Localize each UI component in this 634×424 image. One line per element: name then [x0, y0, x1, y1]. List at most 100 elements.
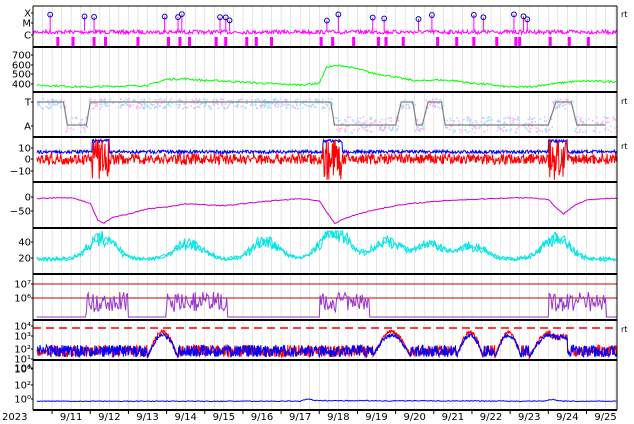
ta-point: [294, 107, 297, 110]
ta-point: [70, 121, 73, 124]
ta-point: [579, 128, 581, 131]
ta-point: [535, 127, 537, 129]
ta-point: [507, 116, 510, 118]
ta-point: [548, 128, 551, 131]
ta-point: [297, 107, 300, 110]
flare-bar: [214, 37, 218, 46]
ta-point: [83, 122, 86, 125]
ta-point: [461, 129, 463, 132]
ta-point: [186, 106, 189, 109]
x-axis-labels: 2023 9/11 9/12 9/13 9/14 9/15 9/16 9/17 9/18 9/19…: [2, 412, 617, 423]
ta-point: [491, 119, 494, 121]
x-tick-label: 9/23: [518, 412, 540, 423]
ta-point: [459, 131, 462, 134]
ta-point: [358, 127, 360, 130]
y-tick-label: 40: [18, 238, 31, 249]
ta-point: [295, 103, 298, 106]
ta-point: [185, 107, 188, 109]
ta-point: [581, 122, 584, 125]
ta-point: [101, 103, 103, 105]
ta-point: [345, 130, 347, 133]
x-tick-label: 9/11: [60, 412, 82, 423]
ta-point: [446, 126, 449, 129]
ta-point: [436, 102, 438, 105]
ta-point: [488, 119, 491, 121]
ta-point: [474, 126, 477, 128]
ta-point: [254, 99, 257, 101]
ta-point: [547, 129, 550, 132]
ta-point: [195, 98, 198, 101]
flare-bar: [384, 37, 388, 46]
ta-point: [592, 129, 595, 132]
ta-point: [315, 106, 318, 109]
ta-point: [366, 125, 369, 128]
ta-point: [500, 128, 503, 130]
ta-point: [245, 99, 248, 101]
ta-point: [577, 125, 579, 128]
ta-point: [203, 105, 205, 108]
ta-point: [191, 98, 194, 101]
ta-point: [475, 127, 477, 130]
proton-high-series: [36, 332, 618, 359]
flare-bar: [586, 37, 590, 46]
ta-point: [594, 127, 597, 129]
ta-point: [202, 98, 205, 100]
ta-point: [108, 104, 110, 107]
ta-point: [431, 105, 434, 107]
ta-point: [76, 117, 79, 120]
ta-point: [84, 130, 86, 133]
ta-point: [183, 103, 185, 105]
x-tick-label: 9/12: [98, 412, 120, 423]
ta-point: [339, 119, 341, 122]
ta-point: [270, 102, 273, 105]
ta-point: [591, 119, 594, 122]
ta-point: [446, 119, 449, 122]
ta-point: [599, 131, 601, 134]
ta-point: [417, 126, 419, 128]
ta-point: [486, 120, 488, 122]
ta-point: [307, 104, 310, 107]
panel-marker: rt: [621, 142, 627, 151]
ta-point: [212, 103, 215, 106]
ta-point: [408, 107, 410, 110]
y-tick-label: 10³: [14, 332, 31, 343]
ta-point: [363, 122, 365, 124]
x-tick-label: 9/19: [365, 412, 387, 423]
ta-point: [336, 128, 339, 131]
ta-point: [42, 98, 44, 100]
ta-point: [289, 104, 291, 106]
ta-point: [475, 121, 478, 124]
y-tick-label: 10: [18, 144, 31, 155]
flare-bar: [455, 37, 459, 46]
y-tick-label: C: [24, 31, 31, 42]
ta-point: [530, 118, 532, 121]
ta-point: [365, 120, 368, 122]
ta-point: [435, 98, 438, 101]
ta-point: [36, 102, 39, 105]
ta-point: [466, 131, 469, 134]
y-tick-label: 10⁰: [14, 395, 31, 406]
ta-point: [280, 103, 283, 105]
ta-point: [129, 106, 131, 108]
ta-point: [293, 106, 296, 109]
ta-point: [192, 107, 195, 110]
ta-point: [217, 103, 219, 105]
ta-point: [51, 104, 54, 106]
ta-point: [517, 126, 520, 128]
ta-point: [556, 105, 558, 108]
ta-point: [604, 129, 606, 132]
ta-point: [512, 119, 514, 122]
ta-point: [96, 105, 99, 107]
ta-point: [328, 107, 331, 110]
ta-point: [220, 98, 222, 101]
ta-point: [505, 129, 508, 131]
ta-point: [99, 103, 101, 106]
ta-point: [296, 98, 299, 100]
ta-point: [152, 104, 155, 106]
flare-bar: [331, 37, 335, 46]
space-weather-chart: XMCrt700600500400TArt100−10rt0−50402010⁷…: [2, 5, 627, 423]
ta-point: [74, 117, 77, 119]
x-tick-label: 9/22: [480, 412, 502, 423]
ta-point: [330, 98, 333, 100]
ta-point: [574, 130, 577, 133]
